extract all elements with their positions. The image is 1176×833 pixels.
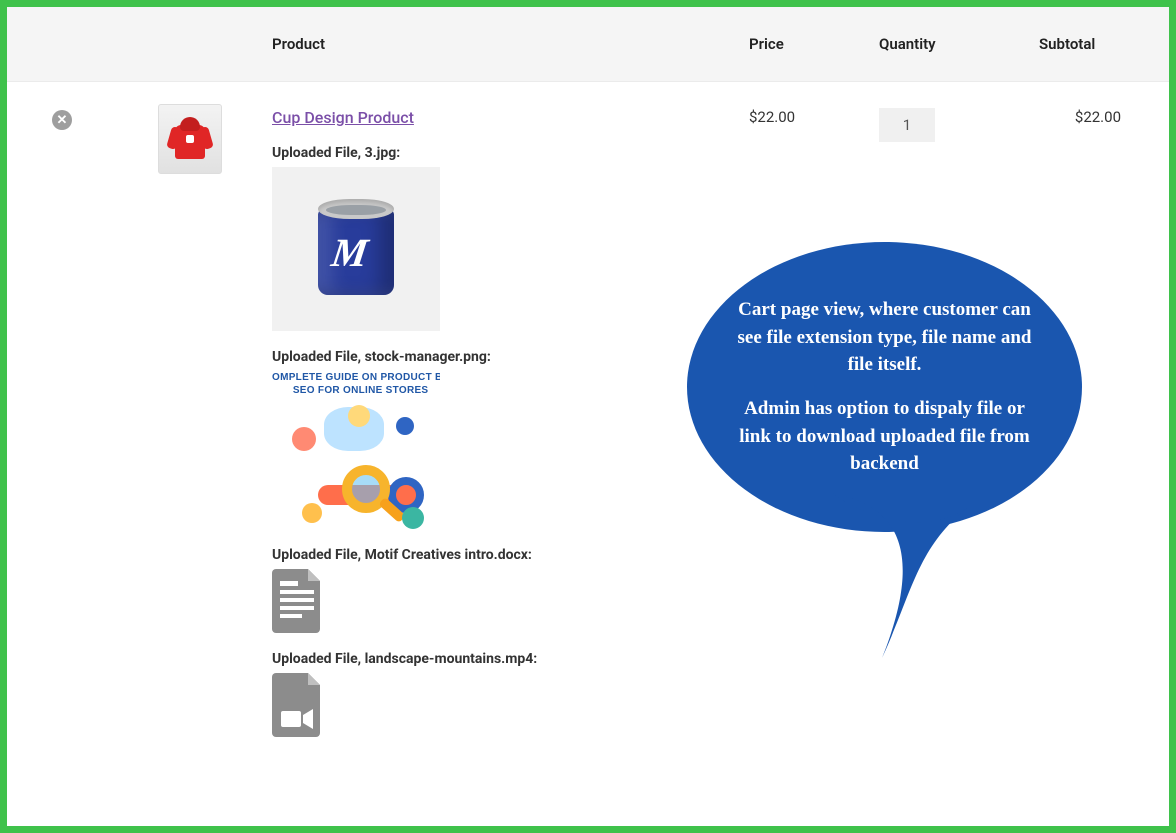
- uploaded-file-label: Uploaded File, Motif Creatives intro.doc…: [272, 547, 729, 563]
- paint-can-icon: M: [306, 189, 406, 309]
- seo-preview-title: OMPLETE GUIDE ON PRODUCT BA SEO FOR ONLI…: [272, 371, 440, 397]
- uploaded-file-preview-image[interactable]: OMPLETE GUIDE ON PRODUCT BA SEO FOR ONLI…: [272, 365, 440, 529]
- header-product: Product: [262, 7, 739, 82]
- header-subtotal: Subtotal: [1029, 7, 1169, 82]
- quantity-input[interactable]: 1: [879, 108, 935, 142]
- document-file-icon: [272, 569, 324, 633]
- product-name-link[interactable]: Cup Design Product: [272, 108, 414, 127]
- uploaded-file-label: Uploaded File, stock-manager.png:: [272, 349, 729, 365]
- header-price: Price: [739, 7, 869, 82]
- product-thumbnail[interactable]: [158, 104, 222, 174]
- uploaded-file-label: Uploaded File, landscape-mountains.mp4:: [272, 651, 729, 667]
- video-file-icon: [272, 673, 324, 737]
- callout-bubble: Cart page view, where customer can see f…: [687, 242, 1082, 532]
- hoodie-icon: [169, 115, 211, 163]
- header-remove: [7, 7, 117, 82]
- remove-item-button[interactable]: ✕: [52, 110, 72, 130]
- frame: Product Price Quantity Subtotal ✕: [0, 0, 1176, 833]
- header-thumb: [117, 7, 262, 82]
- uploaded-file-preview-image[interactable]: M: [272, 167, 440, 331]
- uploaded-file-preview-video[interactable]: [272, 673, 324, 737]
- callout-text-1: Cart page view, where customer can see f…: [729, 296, 1040, 379]
- seo-illustration-icon: [284, 407, 428, 521]
- uploaded-file-label: Uploaded File, 3.jpg:: [272, 145, 729, 161]
- uploaded-file-preview-doc[interactable]: [272, 569, 324, 633]
- callout-text-2: Admin has option to dispaly file or link…: [729, 395, 1040, 478]
- close-icon: ✕: [57, 113, 68, 128]
- header-quantity: Quantity: [869, 7, 1029, 82]
